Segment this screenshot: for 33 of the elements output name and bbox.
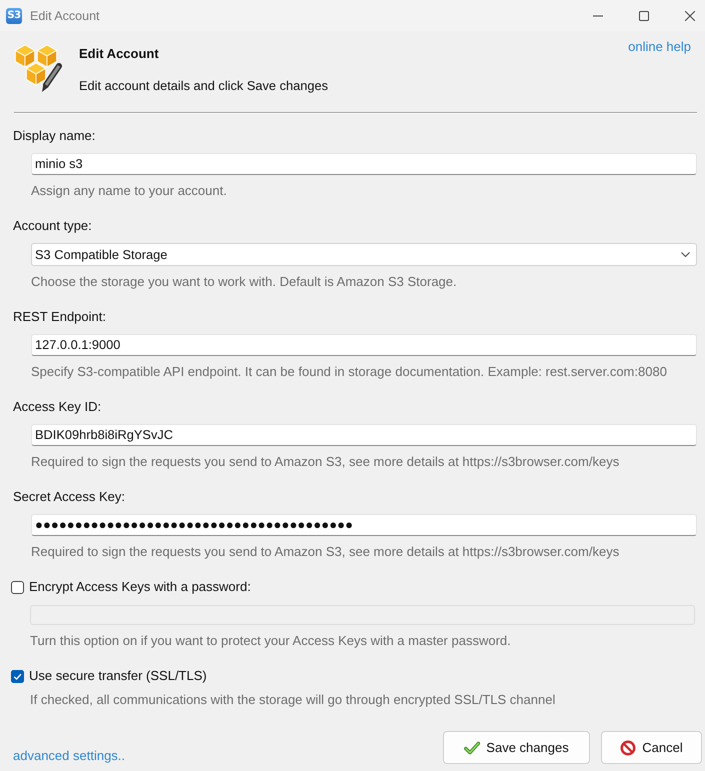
dialog-subtitle: Edit account details and click Save changes <box>79 78 328 94</box>
field-label: Secret Access Key: <box>13 489 125 505</box>
field-label: Account type: <box>13 218 92 234</box>
text-field[interactable]: minio s3 <box>31 153 697 175</box>
hint-text: Required to sign the requests you send to Amazon S3, see more details at https://s3browser.com/keys <box>31 454 620 470</box>
check-icon <box>464 740 480 756</box>
text-field[interactable]: BDIK09hrb8i8iRgYSvJC <box>31 424 697 446</box>
checkbox[interactable] <box>11 580 24 594</box>
maximize-icon[interactable] <box>639 10 649 20</box>
prohibited-icon <box>620 740 636 756</box>
hint-text: Required to sign the requests you send to Amazon S3, see more details at https://s3browser.com/keys <box>31 544 620 560</box>
checkbox-label: Encrypt Access Keys with a password: <box>29 579 251 595</box>
hint-text: Choose the storage you want to work with. Default is Amazon S3 Storage. <box>31 274 457 290</box>
password-field[interactable]: ●●●●●●●●●●●●●●●●●●●●●●●●●●●●●●●●●●●●●●●● <box>31 514 697 536</box>
app-logo: S3 <box>6 8 22 24</box>
checkbox[interactable] <box>11 670 24 682</box>
chevron-down-icon <box>681 252 690 257</box>
cancel-button[interactable]: Cancel <box>601 731 702 764</box>
dropdown[interactable]: S3 Compatible Storage <box>31 243 697 266</box>
hint-text: Specify S3-compatible API endpoint. It can be found in storage documentation. Example: rest.server.com:8080 <box>31 364 667 380</box>
field-label: Display name: <box>13 128 96 144</box>
hint-text: Turn this option on if you want to protect your Access Keys with a master password. <box>30 633 511 649</box>
dialog-heading: Edit Account <box>79 46 160 62</box>
save-button[interactable]: Save changes <box>443 731 590 764</box>
checkbox-label: Use secure transfer (SSL/TLS) <box>29 668 207 684</box>
field-label: REST Endpoint: <box>13 309 106 325</box>
cubes-pencil-icon <box>14 44 62 94</box>
field-label: Access Key ID: <box>13 399 102 415</box>
close-icon[interactable] <box>685 10 695 20</box>
hint-text: Assign any name to your account. <box>31 183 227 199</box>
hint-text: If checked, all communications with the storage will go through encrypted SSL/TLS channel <box>30 692 556 708</box>
text-field[interactable]: 127.0.0.1:9000 <box>31 334 697 356</box>
window-title: Edit Account <box>30 8 100 22</box>
